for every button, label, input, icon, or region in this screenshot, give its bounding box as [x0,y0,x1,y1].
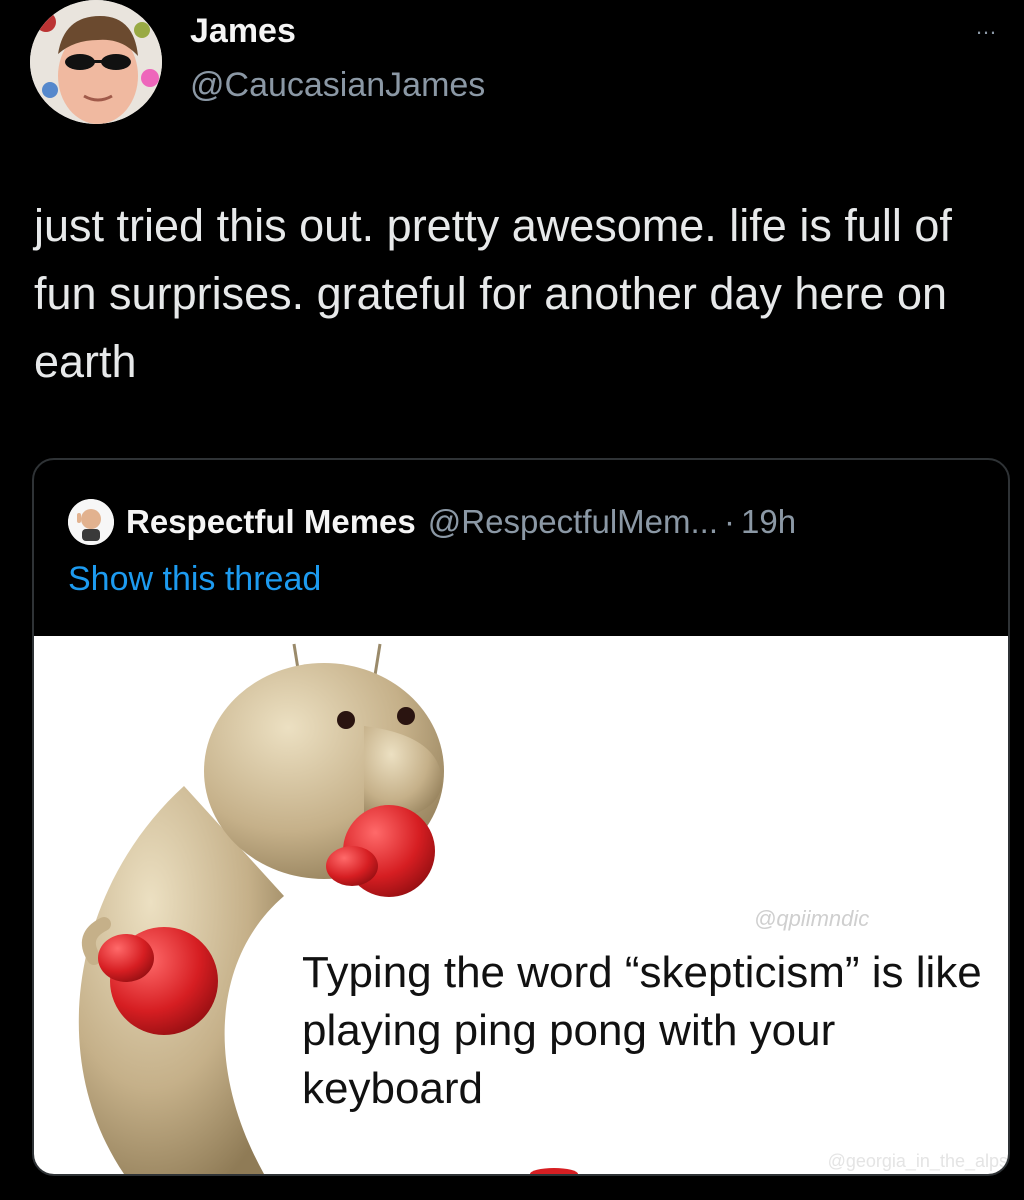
separator-dot: · [724,503,736,540]
quoted-display-name[interactable]: Respectful Memes [126,503,416,541]
show-thread-link[interactable]: Show this thread [68,560,321,599]
quoted-handle[interactable]: @RespectfulMem... [428,503,718,541]
quoted-media-image[interactable]: @qpiimndic Typing the word “skepticism” … [34,636,1008,1174]
quoted-tweet-header: Respectful Memes @RespectfulMem... · 19h [68,498,796,546]
meme-caption: Typing the word “skepticism” is like pla… [302,948,982,1113]
display-name[interactable]: James [190,12,296,51]
quoted-avatar[interactable] [68,499,114,545]
tweet-text: just tried this out. pretty awesome. lif… [34,200,952,387]
more-options-icon[interactable]: … [975,14,998,40]
tiktok-watermark-top: @qpiimndic [754,906,870,931]
tweet-header: James @CaucasianJames … [0,0,1024,140]
avatar[interactable] [30,0,162,124]
quoted-tweet[interactable]: Respectful Memes @RespectfulMem... · 19h… [32,458,1010,1176]
tiktok-watermark-bottom: @georgia_in_the_alps [827,1151,1008,1171]
quoted-timestamp[interactable]: 19h [741,503,796,541]
user-handle[interactable]: @CaucasianJames [190,66,485,105]
